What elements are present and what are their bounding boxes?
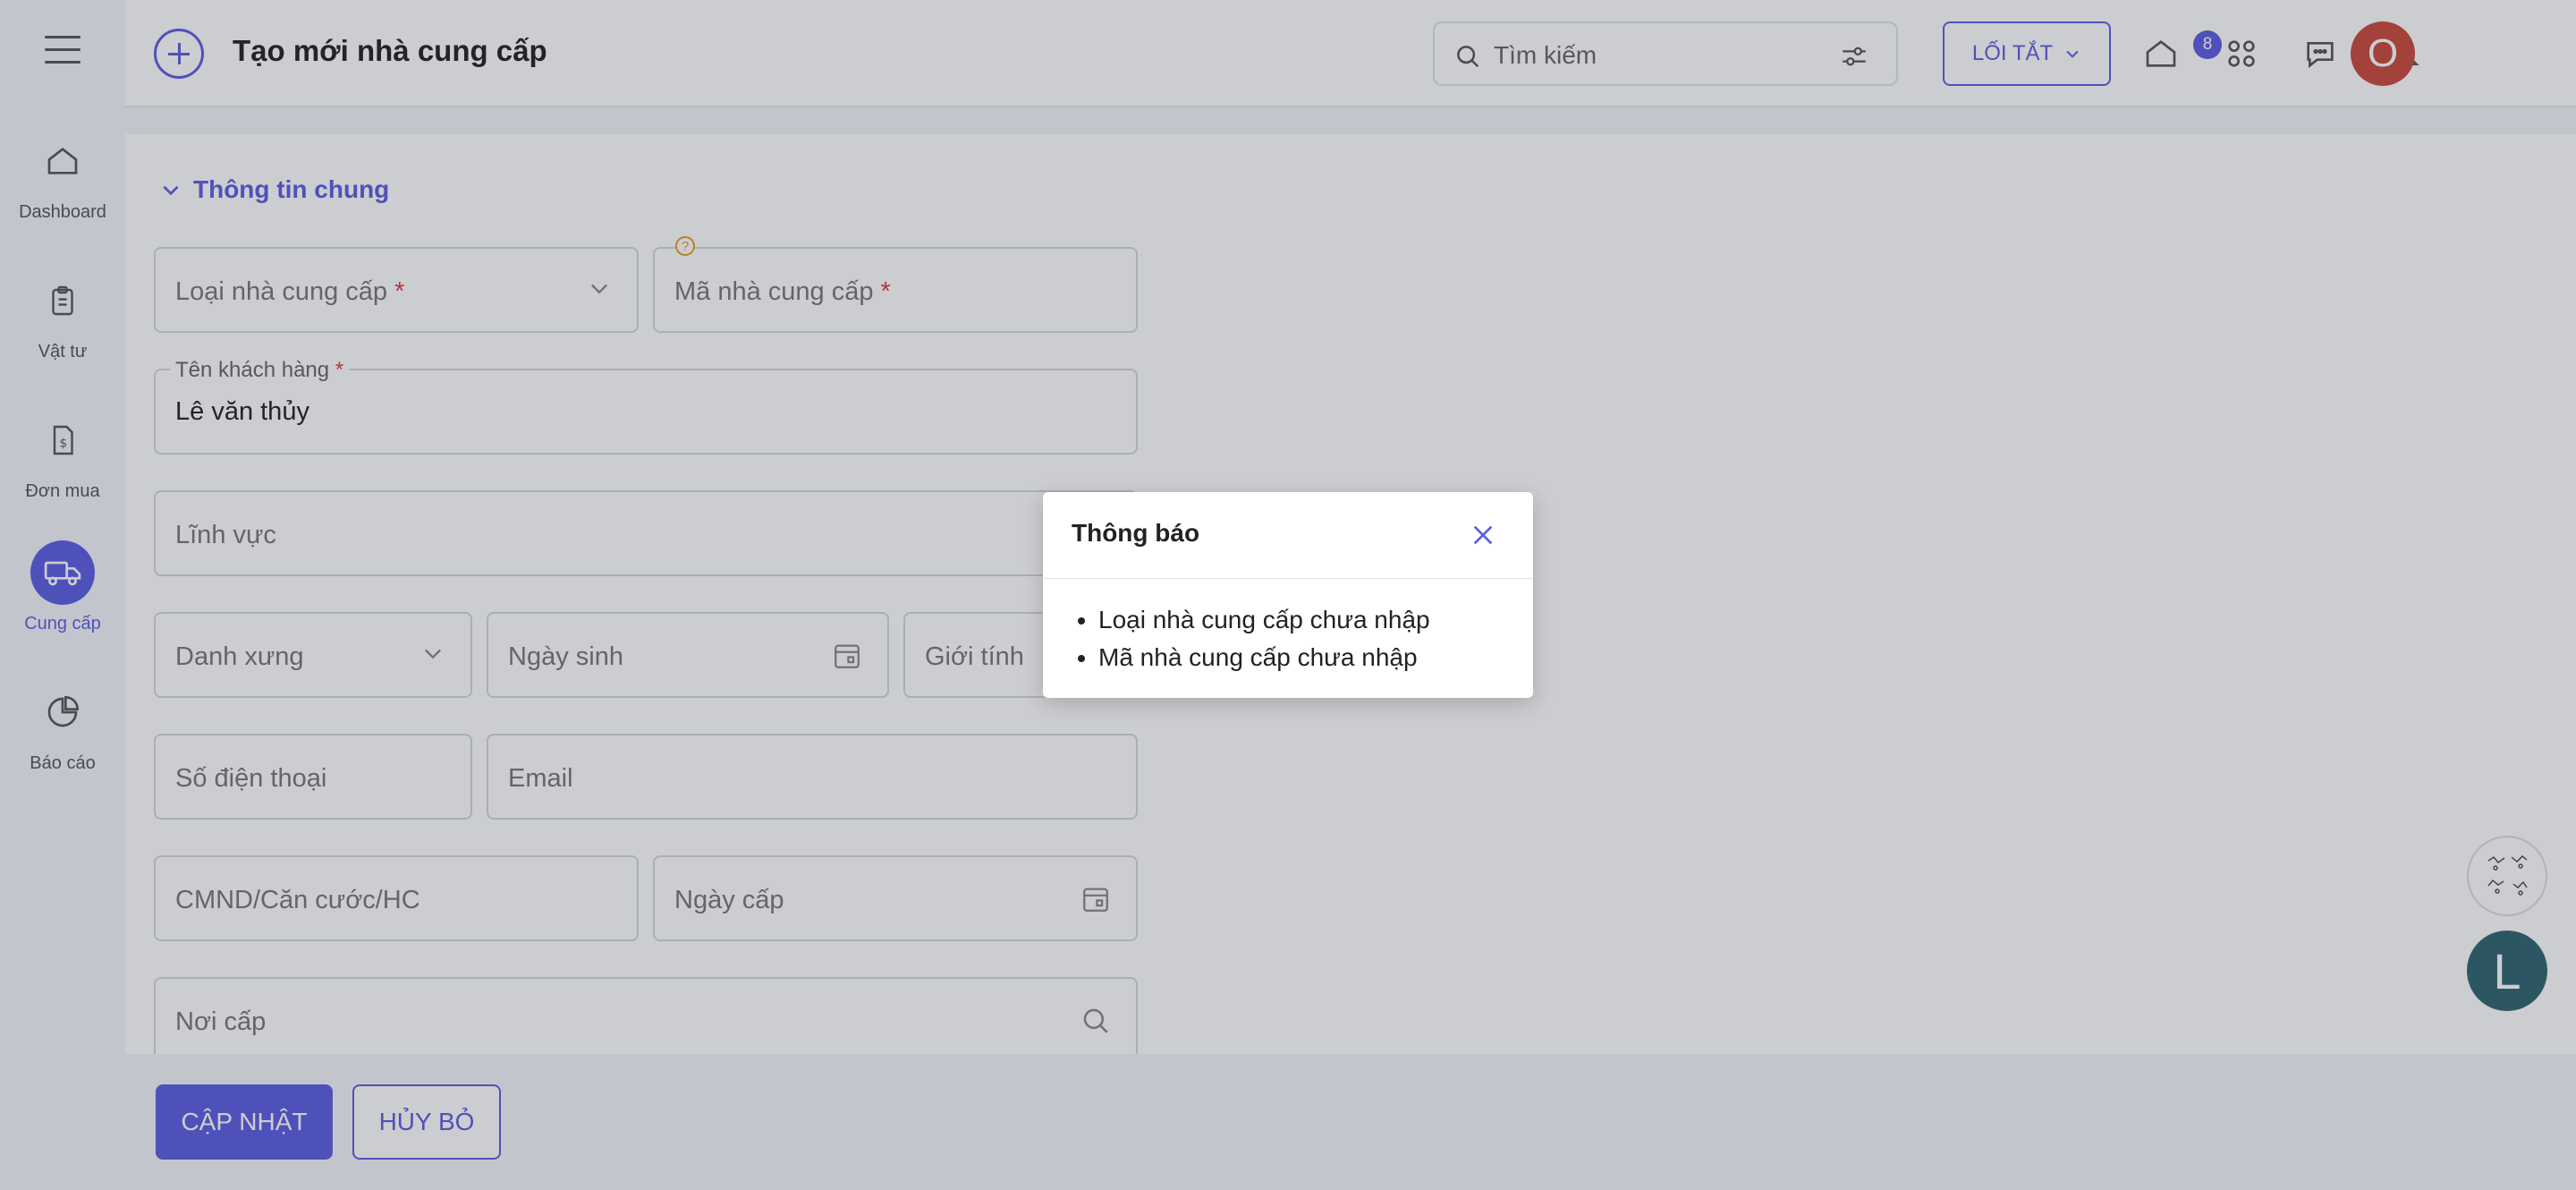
list-item: Loại nhà cung cấp chưa nhập [1098,601,1430,639]
validation-messages: Loại nhà cung cấp chưa nhập Mã nhà cung … [1098,601,1430,676]
dialog-divider [1043,578,1533,579]
list-item: Mã nhà cung cấp chưa nhập [1098,639,1430,676]
notification-dialog: Thông báo Loại nhà cung cấp chưa nhập Mã… [1043,492,1533,698]
close-icon[interactable] [1469,521,1497,549]
dialog-title: Thông báo [1072,519,1200,547]
